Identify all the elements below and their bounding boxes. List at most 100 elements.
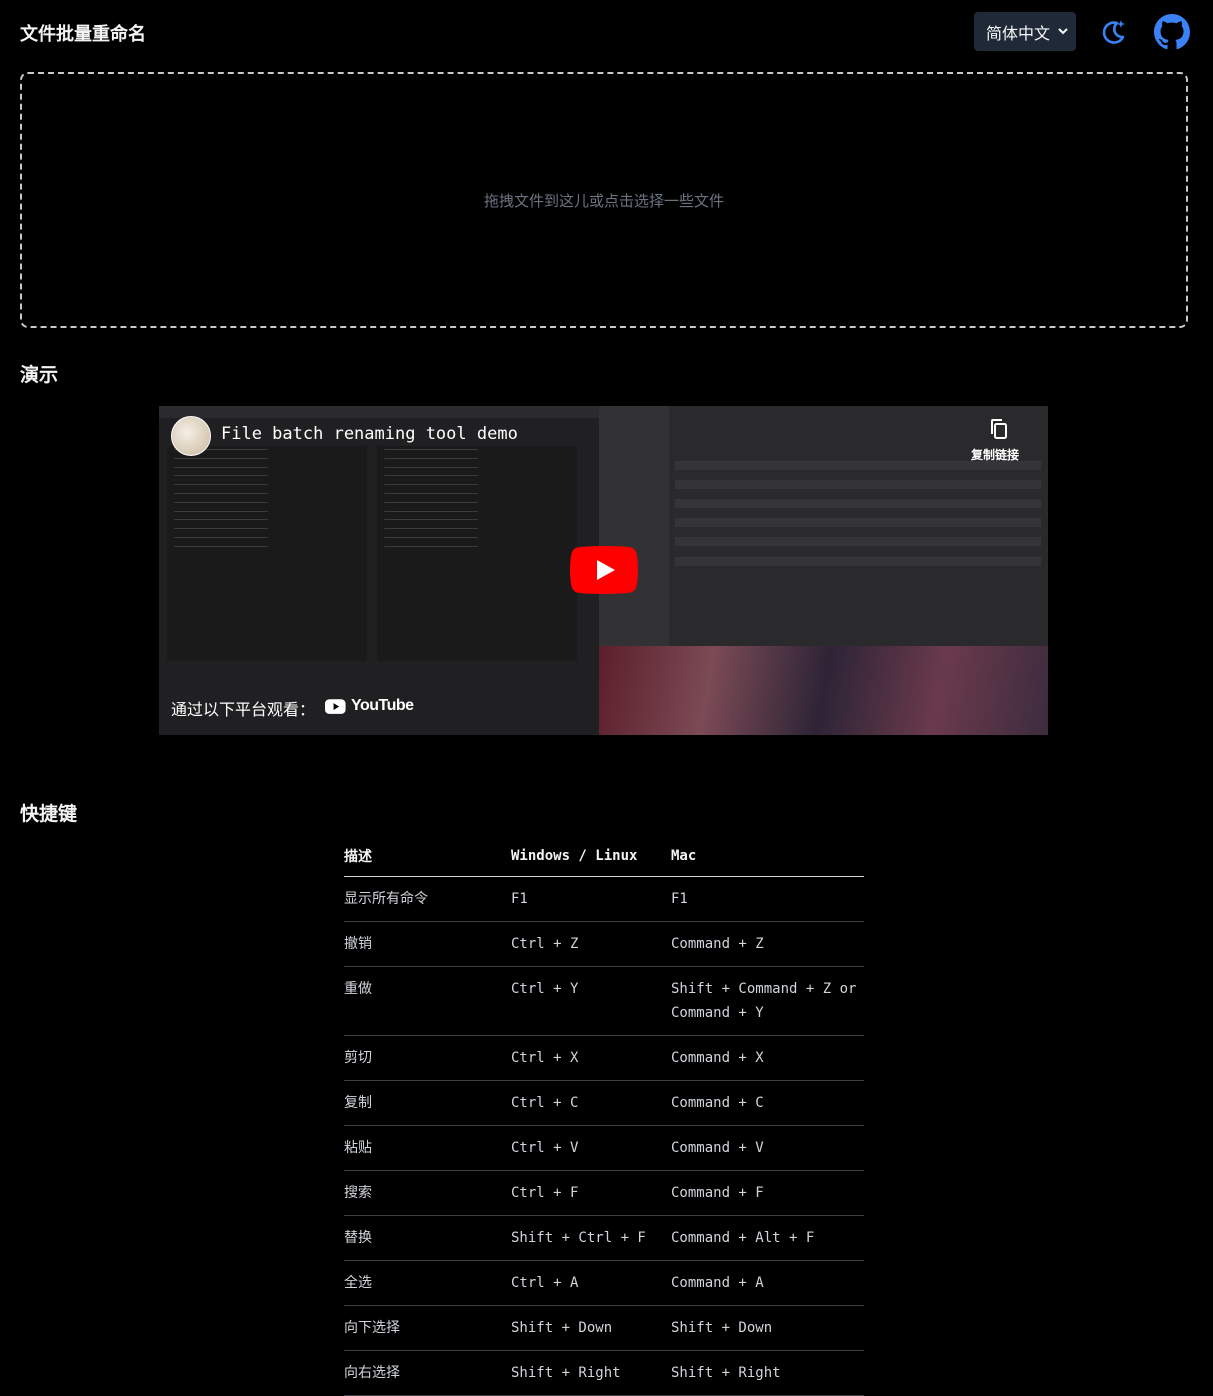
video-frame-finder-sidebar [599, 406, 669, 646]
video-frame-text-line: ────────────────────────────── [171, 543, 268, 550]
video-title[interactable]: File batch renaming tool demo [221, 424, 518, 444]
youtube-wordmark: YouTube [351, 697, 414, 714]
video-frame-text-line: ────────────────────────────── [171, 534, 268, 541]
watch-on-label: 通过以下平台观看： [171, 700, 316, 719]
video-frame-text-line: ────────────────────────────── [171, 464, 268, 471]
copy-link-label[interactable]: 复制链接 [971, 446, 1019, 463]
video-frame-text-line: ────────────────────────────── [381, 473, 478, 480]
github-icon[interactable] [1154, 14, 1190, 50]
video-frame-finder-row [675, 528, 1041, 537]
shortcut-description: 显示所有命令 [344, 876, 511, 922]
shortcut-mac: Command + F [671, 1170, 864, 1216]
video-frame-text-line: ────────────────────────────── [171, 482, 268, 489]
video-frame-text-line: ────────────────────────────── [381, 482, 478, 489]
shortcut-windows-linux: Ctrl + X [511, 1035, 671, 1081]
video-frame-text-line: ────────────────────────────── [171, 490, 268, 497]
table-row: 粘贴 Ctrl + V Command + V [344, 1125, 864, 1171]
shortcut-mac: Shift + Right [671, 1350, 864, 1396]
table-row: 撤销 Ctrl + Z Command + Z [344, 921, 864, 967]
video-frame-finder-row [675, 509, 1041, 518]
shortcut-description: 撤销 [344, 921, 511, 967]
video-frame-finder-window [599, 406, 1048, 646]
column-header-description: 描述 [344, 836, 511, 877]
video-frame-finder-row [675, 489, 1041, 498]
shortcut-description: 剪切 [344, 1035, 511, 1081]
channel-avatar[interactable] [171, 416, 211, 456]
shortcut-mac: Command + Z [671, 921, 864, 967]
table-row: 复制 Ctrl + C Command + C [344, 1080, 864, 1126]
video-frame-finder-row [675, 518, 1041, 528]
column-header-windows-linux: Windows / Linux [511, 836, 671, 877]
video-frame-finder-row [675, 537, 1041, 547]
table-row: 替换 Shift + Ctrl + F Command + Alt + F [344, 1215, 864, 1261]
video-frame-text-line: ────────────────────────────── [381, 543, 478, 550]
shortcuts-table: 描述 Windows / Linux Mac 显示所有命令 F1 F1 撤销 Ctrl… [344, 836, 864, 1396]
shortcut-windows-linux: Ctrl + V [511, 1125, 671, 1171]
watch-on-bar[interactable]: 通过以下平台观看： YouTube [159, 686, 419, 726]
table-row: 向右选择 Shift + Right Shift + Right [344, 1350, 864, 1396]
video-frame-finder-row [675, 547, 1041, 556]
shortcuts-section-title: 快捷键 [20, 803, 78, 825]
video-frame-pane-left: ────────────────────────────── ─────────… [167, 446, 367, 661]
table-row: 向下选择 Shift + Down Shift + Down [344, 1305, 864, 1351]
video-frame-text-line: ────────────────────────────── [381, 455, 478, 462]
shortcut-windows-linux: F1 [511, 876, 671, 922]
shortcuts-header-row: 描述 Windows / Linux Mac [344, 836, 864, 877]
shortcut-mac: Command + Alt + F [671, 1215, 864, 1261]
shortcut-windows-linux: Ctrl + C [511, 1080, 671, 1126]
shortcut-windows-linux: Shift + Right [511, 1350, 671, 1396]
chevron-down-icon [1058, 28, 1068, 35]
shortcut-windows-linux: Ctrl + Z [511, 921, 671, 967]
video-frame-text-line: ────────────────────────────── [381, 499, 478, 506]
video-frame-text-line: ────────────────────────────── [171, 499, 268, 506]
shortcut-mac: Command + A [671, 1260, 864, 1306]
video-frame-text-line: ────────────────────────────── [381, 534, 478, 541]
demo-video-player[interactable]: ────────────────────────────── ─────────… [159, 406, 1048, 735]
dropzone-text: 拖拽文件到这儿或点击选择一些文件 [483, 191, 724, 210]
shortcut-mac: Shift + Command + Z or Command + Y [671, 966, 864, 1036]
video-frame-text-line: ────────────────────────────── [171, 508, 268, 515]
table-row: 全选 Ctrl + A Command + A [344, 1260, 864, 1306]
copy-icon[interactable] [989, 418, 1009, 440]
shortcut-mac: Command + V [671, 1125, 864, 1171]
shortcut-windows-linux: Ctrl + A [511, 1260, 671, 1306]
language-select[interactable]: 简体中文 [974, 12, 1076, 51]
video-frame-pane-right: ────────────────────────────── ─────────… [377, 446, 577, 661]
video-frame-text-line: ────────────────────────────── [381, 447, 478, 453]
video-frame-topbar [159, 406, 599, 418]
language-select-value: 简体中文 [986, 23, 1051, 43]
shortcut-description: 替换 [344, 1215, 511, 1261]
shortcut-description: 全选 [344, 1260, 511, 1306]
shortcut-mac: Command + C [671, 1080, 864, 1126]
moon-star-icon[interactable] [1100, 18, 1128, 46]
video-frame-text-line: ────────────────────────────── [171, 526, 268, 533]
file-dropzone[interactable]: 拖拽文件到这儿或点击选择一些文件 [20, 72, 1188, 328]
header: 文件批量重命名 简体中文 [20, 12, 1193, 52]
video-frame-text-line: ────────────────────────────── [171, 473, 268, 480]
table-row: 重做 Ctrl + Y Shift + Command + Z or Command… [344, 966, 864, 1036]
shortcut-description: 复制 [344, 1080, 511, 1126]
shortcut-description: 向下选择 [344, 1305, 511, 1351]
column-header-mac: Mac [671, 836, 864, 877]
video-frame-finder-row [675, 470, 1041, 479]
shortcut-mac: Command + X [671, 1035, 864, 1081]
video-frame-text-line: ────────────────────────────── [171, 517, 268, 524]
video-frame-text-line: ────────────────────────────── [171, 455, 268, 462]
shortcut-windows-linux: Shift + Ctrl + F [511, 1215, 671, 1261]
youtube-logo-icon [325, 699, 346, 714]
video-frame-text-line: ────────────────────────────── [381, 526, 478, 533]
video-frame-finder-row [675, 556, 1041, 566]
shortcut-description: 重做 [344, 966, 511, 1036]
video-frame-artwork [599, 646, 1048, 735]
shortcut-windows-linux: Shift + Down [511, 1305, 671, 1351]
shortcut-mac: F1 [671, 876, 864, 922]
video-frame-text-line: ────────────────────────────── [381, 508, 478, 515]
play-button-icon[interactable] [570, 546, 638, 594]
table-row: 搜索 Ctrl + F Command + F [344, 1170, 864, 1216]
shortcut-description: 搜索 [344, 1170, 511, 1216]
app-title: 文件批量重命名 [20, 24, 146, 45]
shortcut-windows-linux: Ctrl + F [511, 1170, 671, 1216]
video-frame-text-line: ────────────────────────────── [381, 517, 478, 524]
shortcut-mac: Shift + Down [671, 1305, 864, 1351]
shortcut-description: 粘贴 [344, 1125, 511, 1171]
